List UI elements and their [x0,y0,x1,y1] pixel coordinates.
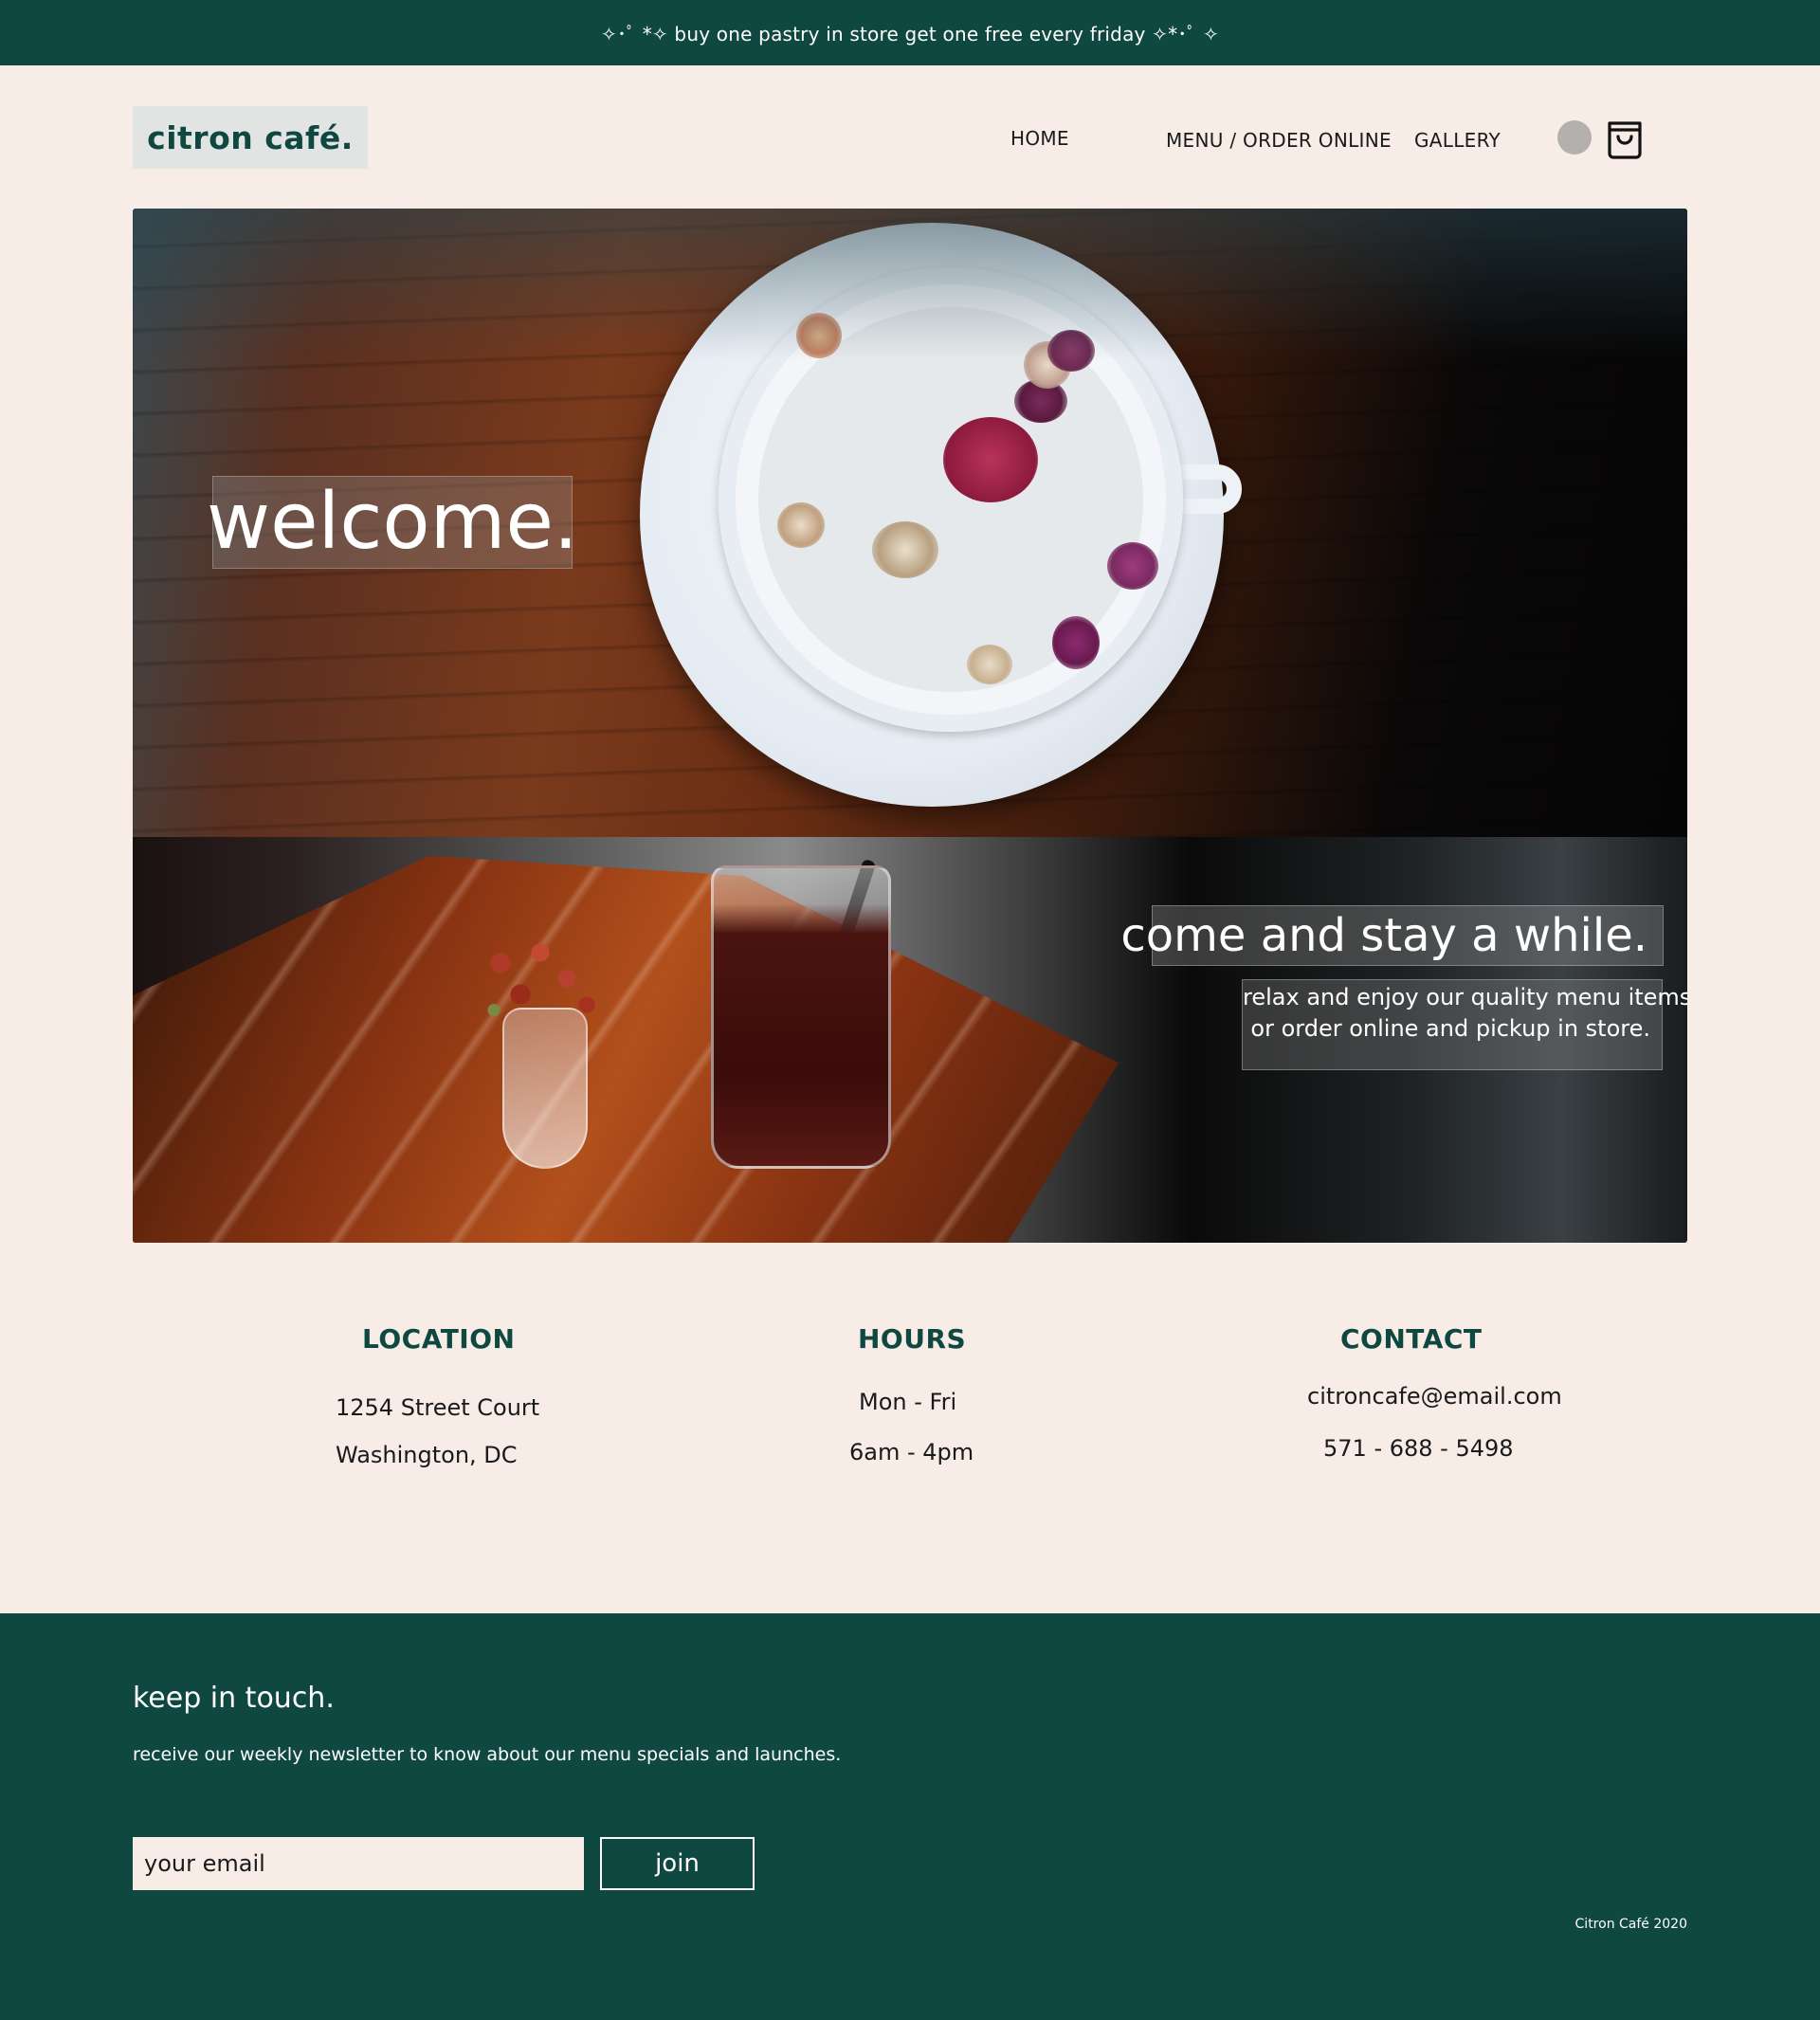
stay-description: relax and enjoy our quality menu items o… [1242,979,1687,1070]
location-city-line: Washington, DC [336,1442,518,1468]
iced-drink-glass [711,865,891,1169]
newsletter-email-input[interactable] [133,1837,584,1890]
contact-heading: CONTACT [1340,1323,1483,1355]
glass-vase [502,1008,588,1169]
hours-time-line: 6am - 4pm [849,1439,974,1465]
site-logo[interactable]: citron café. [133,106,368,169]
contact-phone-link[interactable]: 571 - 688 - 5498 [1323,1435,1514,1462]
hours-heading: HOURS [858,1323,967,1355]
flower-petal [1052,616,1100,669]
welcome-heading: welcome. [207,476,578,569]
newsletter-footer: keep in touch. receive our weekly newsle… [0,1613,1820,2020]
flower-petal [796,313,842,358]
nav-menu-order-online[interactable]: MENU / ORDER ONLINE [1166,129,1392,152]
flower-petal [1107,542,1158,590]
promo-text: ✧･ﾟ *✧ buy one pastry in store get one f… [601,23,1219,45]
stay-description-line: or order online and pickup in store. [1250,1015,1650,1042]
hours-days-line: Mon - Fri [859,1389,957,1415]
user-avatar-icon[interactable] [1557,120,1592,155]
flower-petal [1047,330,1095,372]
newsletter-join-button[interactable]: join [600,1837,755,1890]
contact-email-link[interactable]: citroncafe@email.com [1307,1383,1562,1410]
rose [943,417,1038,502]
promo-banner: ✧･ﾟ *✧ buy one pastry in store get one f… [0,0,1820,65]
stay-description-line: relax and enjoy our quality menu items [1243,984,1687,1010]
logo-text: citron café. [147,118,354,156]
flower-petal [967,645,1012,684]
flower-petal [777,502,825,548]
location-heading: LOCATION [362,1323,516,1355]
location-address-line: 1254 Street Court [336,1394,540,1421]
hero-image-tea-cup: welcome. [133,209,1687,837]
stay-heading-text: come and stay a while. [1120,909,1647,962]
welcome-text: welcome. [207,477,578,567]
newsletter-heading: keep in touch. [133,1682,335,1715]
nav-home[interactable]: HOME [1010,127,1069,150]
flower-petal [872,521,938,578]
nav-gallery[interactable]: GALLERY [1414,129,1501,152]
newsletter-description: receive our weekly newsletter to know ab… [133,1744,842,1765]
hero-image-iced-drink: come and stay a while. relax and enjoy o… [133,837,1687,1243]
hero-banner: welcome. come and stay a while. relax an… [133,209,1687,1243]
wooden-table [133,856,1119,1243]
shopping-bag-icon[interactable] [1604,116,1646,159]
copyright-text: Citron Café 2020 [1574,1917,1687,1932]
stay-heading: come and stay a while. [1120,905,1664,966]
